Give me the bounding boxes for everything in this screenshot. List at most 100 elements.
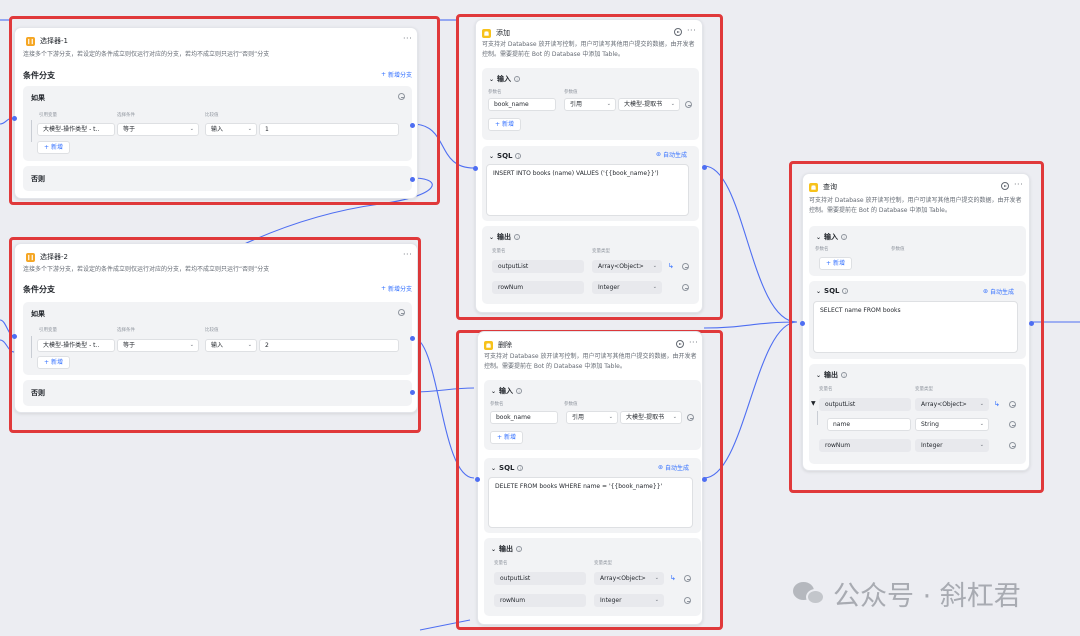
- param-ref-value-select[interactable]: 大模型-提取书 ⌄: [618, 98, 680, 111]
- remove-output-icon[interactable]: [684, 575, 691, 582]
- remove-param-icon[interactable]: [687, 414, 694, 421]
- col-name-label: 参数名: [815, 247, 829, 252]
- auto-generate-button[interactable]: ⊛ 自动生成: [658, 463, 689, 472]
- add-branch-button[interactable]: + 新增分支: [381, 70, 412, 79]
- output-title: ⌄ 输出 i: [816, 370, 848, 380]
- condition-value-text: 2: [265, 342, 269, 349]
- query-node[interactable]: 查询 ··· 可支持对 Database 放开读写控制，用户可读写其他用户提交的…: [800, 173, 1034, 471]
- remove-param-icon[interactable]: [685, 101, 692, 108]
- param-name-input[interactable]: book_name: [490, 411, 558, 424]
- remove-branch-icon[interactable]: [398, 309, 405, 316]
- add-condition-button[interactable]: + 新增: [37, 356, 70, 369]
- output-port[interactable]: [1029, 321, 1034, 326]
- remove-branch-icon[interactable]: [398, 93, 405, 100]
- chevron-down-icon: ⌄: [489, 152, 495, 160]
- add-branch-button[interactable]: + 新增分支: [381, 284, 412, 293]
- sub-item-icon[interactable]: ↳: [668, 262, 674, 270]
- chevron-down-icon: ⌄: [979, 401, 984, 407]
- if-label: 如果: [31, 94, 45, 102]
- output-name-value: rowNum: [500, 597, 526, 604]
- output-port[interactable]: [702, 165, 707, 170]
- sub-item-icon[interactable]: ↳: [994, 400, 1000, 408]
- run-icon[interactable]: [1001, 182, 1009, 190]
- param-ref-type-value: 引用: [572, 414, 585, 421]
- output-child-name-field[interactable]: name: [827, 418, 911, 431]
- output-port[interactable]: [702, 477, 707, 482]
- output-name-value: rowNum: [825, 442, 851, 449]
- remove-output-icon[interactable]: [1009, 421, 1016, 428]
- output-type-select: Integer ⌄: [915, 439, 989, 452]
- input-port[interactable]: [12, 334, 17, 339]
- condition-value-input[interactable]: 2: [259, 339, 399, 352]
- condition-value-type-select[interactable]: 输入 ⌄: [205, 339, 257, 352]
- more-icon[interactable]: ···: [403, 250, 412, 259]
- input-port[interactable]: [800, 321, 805, 326]
- auto-generate-button[interactable]: ⊛ 自动生成: [656, 150, 687, 159]
- remove-output-icon[interactable]: [682, 284, 689, 291]
- input-port[interactable]: [475, 477, 480, 482]
- if-output-port[interactable]: [410, 336, 415, 341]
- col-val-label: 比较值: [205, 113, 219, 118]
- output-type-select: Integer ⌄: [594, 594, 664, 607]
- selector-1-node[interactable]: 选择器-1 ··· 连接多个下游分支，若设定的条件成立则仅运行对应的分支，若均不…: [12, 27, 418, 199]
- param-ref-type-select[interactable]: 引用 ⌄: [566, 411, 618, 424]
- condition-value-input[interactable]: 1: [259, 123, 399, 136]
- condition-variable-select[interactable]: 大模型-操作类型 - t..: [37, 339, 115, 352]
- selector-2-header: 选择器-2: [26, 252, 68, 262]
- remove-output-icon[interactable]: [1009, 442, 1016, 449]
- col-op-label: 选择条件: [117, 328, 135, 333]
- add-param-button[interactable]: + 新增: [488, 118, 521, 131]
- condition-variable-select[interactable]: 大模型-操作类型 - t..: [37, 123, 115, 136]
- input-title: ⌄ 输入 i: [489, 74, 521, 84]
- more-icon[interactable]: ···: [687, 26, 696, 35]
- else-output-port[interactable]: [410, 177, 415, 182]
- chevron-down-icon: ⌄: [189, 126, 194, 132]
- input-title: ⌄ 输入 i: [491, 386, 523, 396]
- delete-node[interactable]: 删除 ··· 可支持对 Database 放开读写控制，用户可读写其他用户提交的…: [475, 331, 707, 625]
- input-port[interactable]: [12, 116, 17, 121]
- auto-generate-button[interactable]: ⊛ 自动生成: [983, 287, 1014, 296]
- condition-value-type-select[interactable]: 输入 ⌄: [205, 123, 257, 136]
- else-label: 否则: [31, 175, 45, 183]
- remove-output-icon[interactable]: [682, 263, 689, 270]
- output-child-type-select[interactable]: String ⌄: [915, 418, 989, 431]
- sql-editor[interactable]: SELECT name FROM books: [813, 301, 1018, 353]
- add-param-button[interactable]: + 新增: [819, 257, 852, 270]
- remove-output-icon[interactable]: [684, 597, 691, 604]
- output-name-field: rowNum: [494, 594, 586, 607]
- remove-output-icon[interactable]: [1009, 401, 1016, 408]
- chevron-down-icon: ⌄: [608, 414, 613, 420]
- expand-caret-icon[interactable]: ▼: [811, 400, 816, 407]
- col-var-label: 引用变量: [39, 328, 57, 333]
- add-condition-button[interactable]: + 新增: [37, 141, 70, 154]
- run-icon[interactable]: [674, 28, 682, 36]
- node-title: 添加: [496, 29, 510, 37]
- output-name-value: outputList: [825, 401, 856, 408]
- selector-2-node[interactable]: 选择器-2 ··· 连接多个下游分支，若设定的条件成立则仅运行对应的分支，若均不…: [12, 243, 418, 413]
- add-param-button[interactable]: + 新增: [490, 431, 523, 444]
- condition-operator-select[interactable]: 等于 ⌄: [117, 123, 199, 136]
- add-node[interactable]: 添加 ··· 可支持对 Database 放开读写控制，用户可读写其他用户提交的…: [473, 19, 707, 313]
- output-name-field: outputList: [492, 260, 584, 273]
- input-port[interactable]: [473, 166, 478, 171]
- add-branch-label: 新增分支: [388, 72, 413, 79]
- sql-editor[interactable]: DELETE FROM books WHERE name = '{{book_n…: [488, 477, 693, 528]
- condition-operator-select[interactable]: 等于 ⌄: [117, 339, 199, 352]
- node-title: 删除: [498, 341, 512, 349]
- col-var-label: 引用变量: [39, 113, 57, 118]
- param-ref-type-select[interactable]: 引用 ⌄: [564, 98, 616, 111]
- more-icon[interactable]: ···: [689, 338, 698, 347]
- add-condition-label: 新增: [50, 144, 63, 151]
- param-ref-value-select[interactable]: 大模型-提取书 ⌄: [620, 411, 682, 424]
- else-output-port[interactable]: [410, 390, 415, 395]
- more-icon[interactable]: ···: [1014, 180, 1023, 189]
- if-output-port[interactable]: [410, 123, 415, 128]
- chevron-down-icon: ⌄: [654, 597, 659, 603]
- more-icon[interactable]: ···: [403, 34, 412, 43]
- sub-item-icon[interactable]: ↳: [670, 574, 676, 582]
- input-title-label: 输入: [497, 75, 512, 83]
- sql-editor[interactable]: INSERT INTO books (name) VALUES ('{{book…: [486, 164, 689, 216]
- param-name-input[interactable]: book_name: [488, 98, 556, 111]
- input-section: ⌄ 输入 i 参数名 参数值 book_name 引用 ⌄ 大模型-提取书 ⌄ + 新增: [482, 68, 699, 140]
- run-icon[interactable]: [676, 340, 684, 348]
